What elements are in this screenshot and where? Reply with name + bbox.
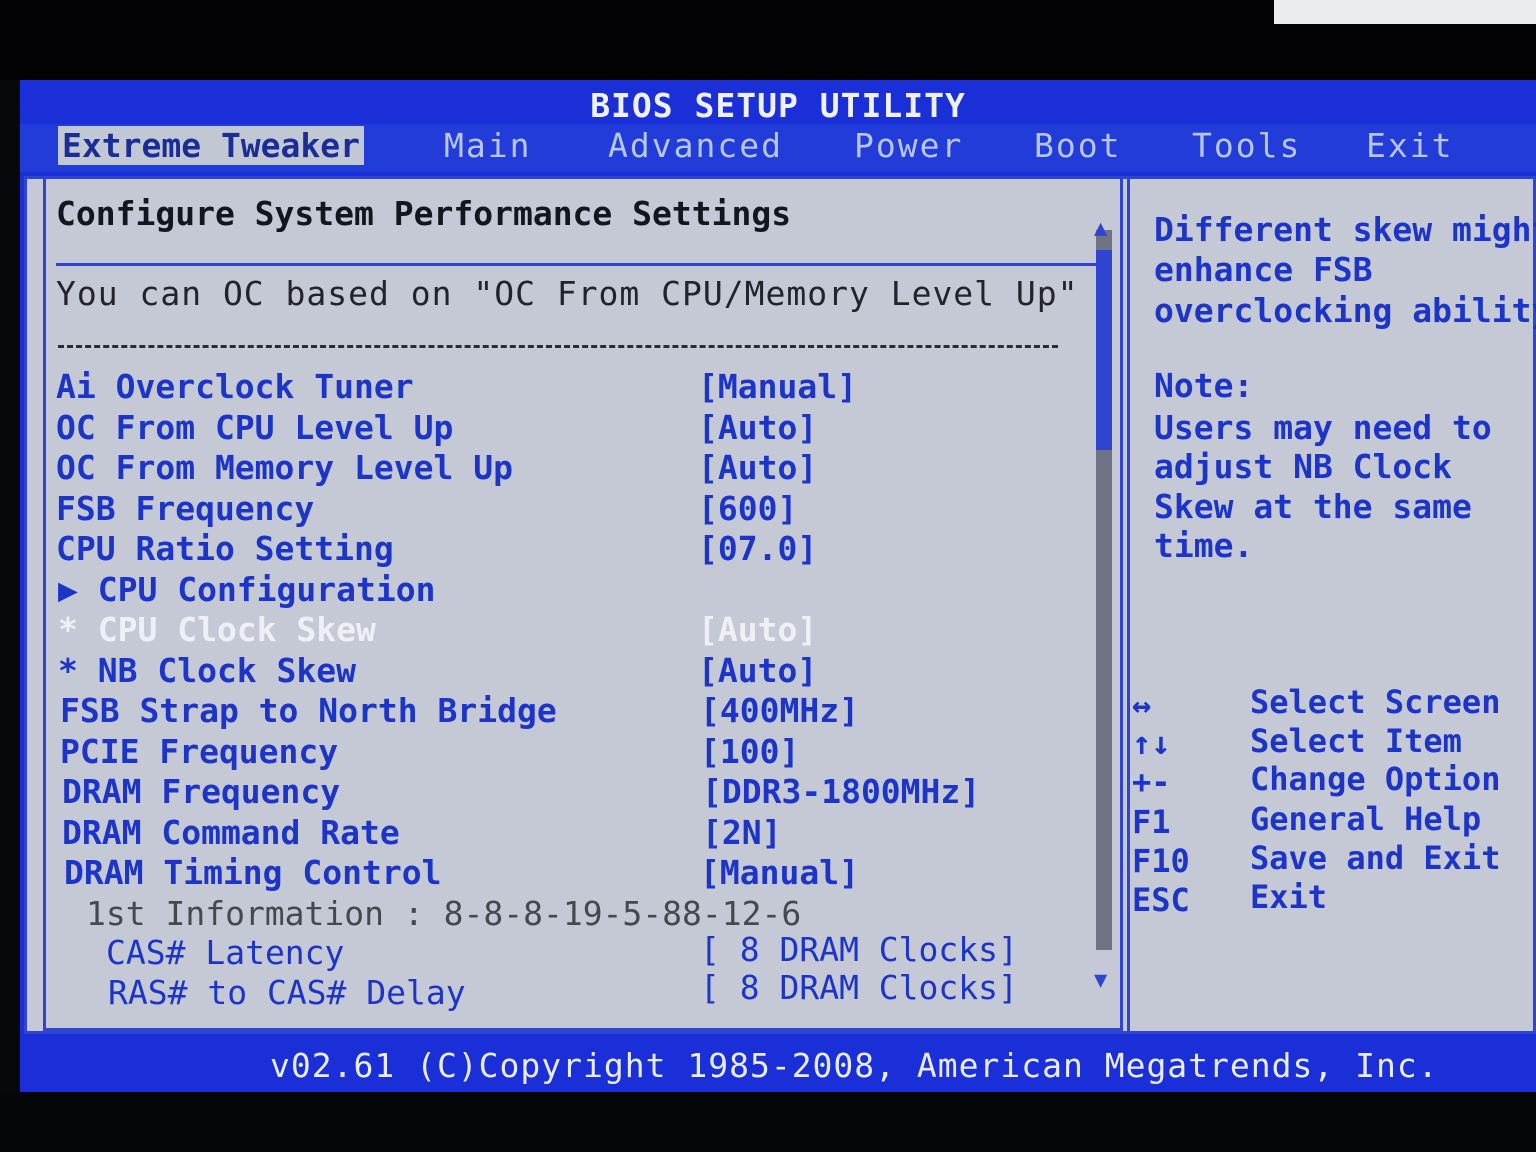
scroll-down-arrow-icon[interactable]: ▼ xyxy=(1094,968,1107,993)
setting-ras-to-cas-delay[interactable]: RAS# to CAS# Delay xyxy=(108,973,466,1012)
key-f1: F1 xyxy=(1132,803,1171,841)
key-desc-select-item: Select Item xyxy=(1250,722,1462,760)
value-oc-from-memory[interactable]: [Auto] xyxy=(698,448,817,487)
timing-information: 1st Information : 8-8-8-19-5-88-12-6 xyxy=(86,894,802,933)
help-line-6: adjust NB Clock xyxy=(1154,447,1453,486)
tab-boot[interactable]: Boot xyxy=(1034,126,1121,165)
submenu-cpu-configuration[interactable]: ▶ CPU Configuration xyxy=(58,570,436,609)
footer-bar: v02.61 (C)Copyright 1985-2008, American … xyxy=(20,1040,1536,1092)
setting-fsb-strap[interactable]: FSB Strap to North Bridge xyxy=(60,691,557,730)
tab-extreme-tweaker[interactable]: Extreme Tweaker xyxy=(58,126,365,165)
key-f10: F10 xyxy=(1132,842,1190,880)
setting-cpu-ratio[interactable]: CPU Ratio Setting xyxy=(56,529,394,568)
bios-screen: BIOS SETUP UTILITY Extreme Tweaker Main … xyxy=(20,80,1536,1092)
copyright-text: v02.61 (C)Copyright 1985-2008, American … xyxy=(270,1046,1439,1085)
heading-divider xyxy=(56,263,1096,266)
setting-dram-command-rate[interactable]: DRAM Command Rate xyxy=(62,813,400,852)
page-heading: Configure System Performance Settings xyxy=(56,194,792,233)
value-dram-frequency[interactable]: [DDR3-1800MHz] xyxy=(702,772,980,811)
menu-bar: Extreme Tweaker Main Advanced Power Boot… xyxy=(20,124,1536,172)
key-desc-general-help: General Help xyxy=(1250,800,1482,838)
setting-pcie-frequency[interactable]: PCIE Frequency xyxy=(60,732,338,771)
value-pcie-frequency[interactable]: [100] xyxy=(700,732,799,771)
setting-fsb-frequency[interactable]: FSB Frequency xyxy=(56,489,314,528)
setting-cpu-clock-skew[interactable]: * CPU Clock Skew xyxy=(58,610,376,649)
value-cpu-clock-skew[interactable]: [Auto] xyxy=(698,610,817,649)
value-fsb-strap[interactable]: [400MHz] xyxy=(700,691,859,730)
info-text: You can OC based on "OC From CPU/Memory … xyxy=(56,274,1079,313)
help-line-8: time. xyxy=(1154,526,1254,565)
value-ras-to-cas-delay[interactable]: [ 8 DRAM Clocks] xyxy=(700,968,1018,1007)
help-line-5: Users may need to xyxy=(1154,408,1492,447)
setting-nb-clock-skew[interactable]: * NB Clock Skew xyxy=(58,651,356,690)
key-desc-exit: Exit xyxy=(1250,878,1328,916)
value-dram-command-rate[interactable]: [2N] xyxy=(702,813,781,852)
help-note-label: Note: xyxy=(1154,366,1254,405)
setting-oc-from-cpu[interactable]: OC From CPU Level Up xyxy=(56,408,453,447)
scrollbar-thumb[interactable] xyxy=(1096,250,1112,450)
key-esc: ESC xyxy=(1132,881,1190,919)
tab-power[interactable]: Power xyxy=(854,126,963,165)
bios-title: BIOS SETUP UTILITY xyxy=(590,86,966,125)
key-desc-save-exit: Save and Exit xyxy=(1250,839,1501,877)
value-cas-latency[interactable]: [ 8 DRAM Clocks] xyxy=(700,930,1018,969)
help-line-7: Skew at the same xyxy=(1154,487,1472,526)
value-nb-clock-skew[interactable]: [Auto] xyxy=(698,651,817,690)
scroll-up-arrow-icon[interactable]: ▲ xyxy=(1094,216,1107,241)
help-line-2: enhance FSB xyxy=(1154,250,1373,289)
value-ai-overclock-tuner[interactable]: [Manual] xyxy=(698,367,857,406)
value-dram-timing-control[interactable]: [Manual] xyxy=(700,853,859,892)
tab-exit[interactable]: Exit xyxy=(1366,126,1453,165)
help-line-3: overclocking ability xyxy=(1154,291,1536,330)
key-desc-select-screen: Select Screen xyxy=(1250,683,1501,721)
tab-tools[interactable]: Tools xyxy=(1192,126,1301,165)
setting-dram-timing-control[interactable]: DRAM Timing Control xyxy=(64,853,442,892)
dashed-divider xyxy=(58,345,1058,348)
value-cpu-ratio[interactable]: [07.0] xyxy=(698,529,817,568)
value-fsb-frequency[interactable]: [600] xyxy=(698,489,797,528)
value-oc-from-cpu[interactable]: [Auto] xyxy=(698,408,817,447)
setting-dram-frequency[interactable]: DRAM Frequency xyxy=(62,772,340,811)
key-select-item-icon: ↑↓ xyxy=(1132,724,1171,762)
tab-main[interactable]: Main xyxy=(444,126,531,165)
tab-advanced[interactable]: Advanced xyxy=(608,126,783,165)
background-light-patch xyxy=(1274,0,1536,24)
key-desc-change-option: Change Option xyxy=(1250,760,1501,798)
key-select-screen-icon: ↔ xyxy=(1132,686,1152,724)
setting-ai-overclock-tuner[interactable]: Ai Overclock Tuner xyxy=(56,367,414,406)
help-line-1: Different skew might xyxy=(1154,210,1536,249)
setting-cas-latency[interactable]: CAS# Latency xyxy=(106,933,344,972)
key-change-option: +- xyxy=(1132,763,1171,801)
monitor-bezel-bottom xyxy=(0,1092,1536,1152)
setting-oc-from-memory[interactable]: OC From Memory Level Up xyxy=(56,448,513,487)
